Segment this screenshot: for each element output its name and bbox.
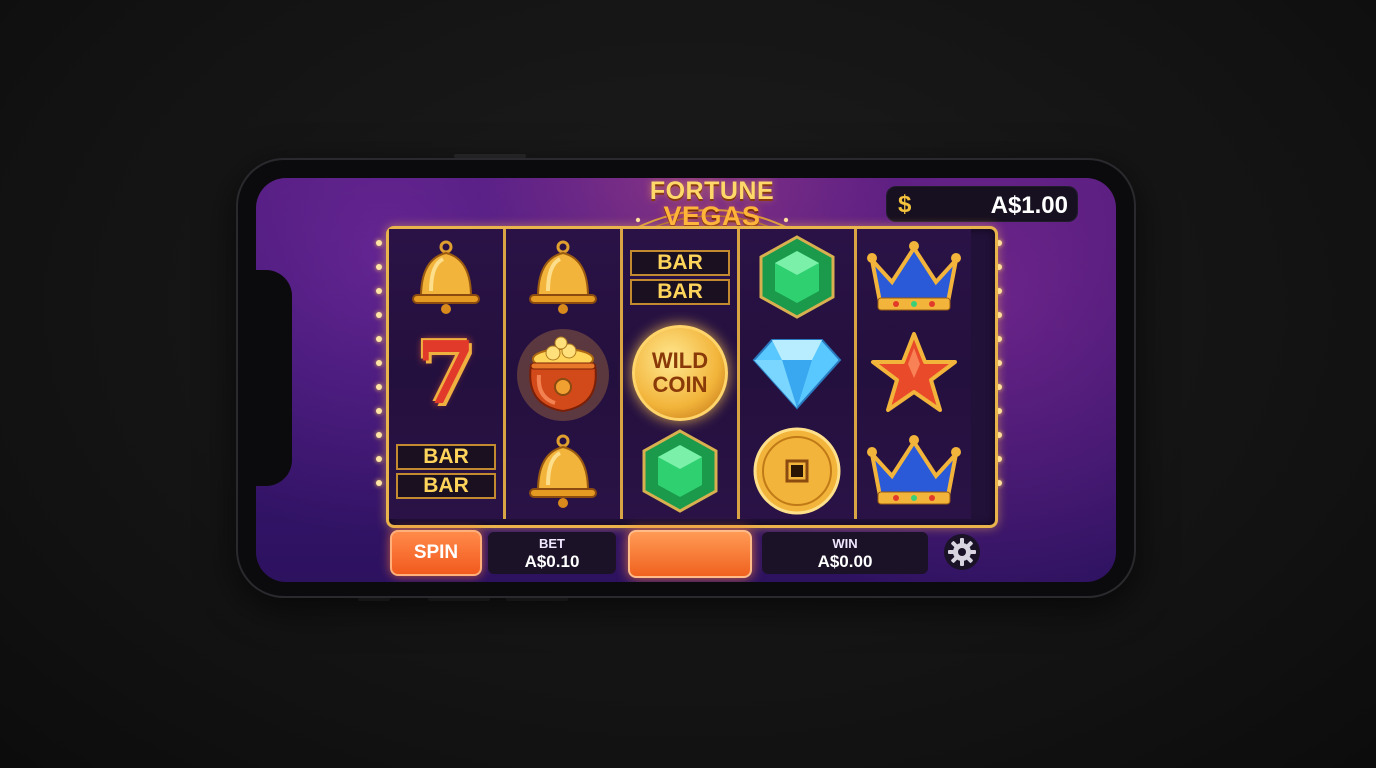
crown-icon (867, 241, 961, 311)
star-icon (871, 332, 957, 412)
balance-display: $ A$1.00 (886, 186, 1078, 222)
reel-2 (506, 229, 623, 519)
spin-button[interactable]: SPIN (390, 530, 482, 576)
reel-frame: 7 BAR BAR BAR BAR WILD COIN (386, 226, 998, 528)
bell-symbol (506, 423, 620, 519)
double-bar-symbol: BAR BAR (623, 229, 737, 325)
bar-label: BAR (630, 249, 730, 276)
emerald-symbol (740, 229, 854, 325)
crown-icon (867, 435, 961, 505)
win-panel: WIN A$0.00 (762, 532, 928, 574)
win-value: A$0.00 (817, 552, 873, 571)
phone-button (428, 597, 490, 601)
bet-label: BET (539, 536, 565, 551)
balance-amount: A$1.00 (990, 192, 1068, 219)
emerald-icon (642, 429, 718, 513)
reel-3: BAR BAR WILD COIN (623, 229, 740, 519)
wild-label: WILD (651, 348, 709, 373)
wild-coin-symbol: WILD COIN (623, 325, 737, 421)
crown-symbol (857, 423, 971, 519)
action-button[interactable] (628, 530, 752, 578)
scene: FORTUNE VEGAS $ A$1.00 7 BAR BAR BAR BAR… (0, 0, 1376, 768)
phone-button (358, 597, 390, 601)
bell-symbol (389, 229, 503, 325)
wild-coin-icon: WILD COIN (632, 325, 728, 421)
bell-icon (412, 240, 480, 314)
diamond-symbol (740, 325, 854, 421)
reel-4 (740, 229, 857, 519)
seven-label: 7 (416, 322, 476, 424)
left-marquee-lights (376, 240, 384, 508)
star-symbol (857, 325, 971, 421)
pot-of-gold-symbol (506, 325, 620, 421)
emerald-symbol (623, 423, 737, 519)
win-label: WIN (832, 536, 858, 551)
diamond-icon (752, 339, 842, 410)
bar-label: BAR (396, 472, 496, 499)
double-bar-symbol: BAR BAR (389, 423, 503, 519)
reel-1: 7 BAR BAR (389, 229, 506, 519)
game-title: FORTUNE VEGAS (612, 179, 812, 229)
game-screen: FORTUNE VEGAS $ A$1.00 7 BAR BAR BAR BAR… (256, 178, 1116, 582)
settings-button[interactable] (944, 534, 980, 570)
dollar-icon: $ (898, 191, 912, 218)
chinese-coin-icon (753, 427, 841, 515)
bar-label: BAR (396, 443, 496, 470)
bell-icon (529, 240, 597, 314)
bell-icon (529, 434, 597, 508)
seven-symbol: 7 (389, 322, 503, 424)
gear-icon (948, 538, 976, 566)
bar-label: BAR (630, 278, 730, 305)
bet-value: A$0.10 (524, 552, 580, 571)
reel-5 (857, 229, 971, 519)
bell-symbol (506, 229, 620, 325)
phone-button (506, 597, 568, 601)
phone-power-button (454, 154, 526, 158)
crown-symbol (857, 229, 971, 325)
pot-of-gold-icon (517, 329, 609, 421)
bet-panel[interactable]: BET A$0.10 (488, 532, 616, 574)
phone-notch (256, 270, 292, 486)
coin-label: COIN (652, 372, 708, 397)
emerald-icon (759, 235, 835, 319)
chinese-coin-symbol (740, 423, 854, 519)
